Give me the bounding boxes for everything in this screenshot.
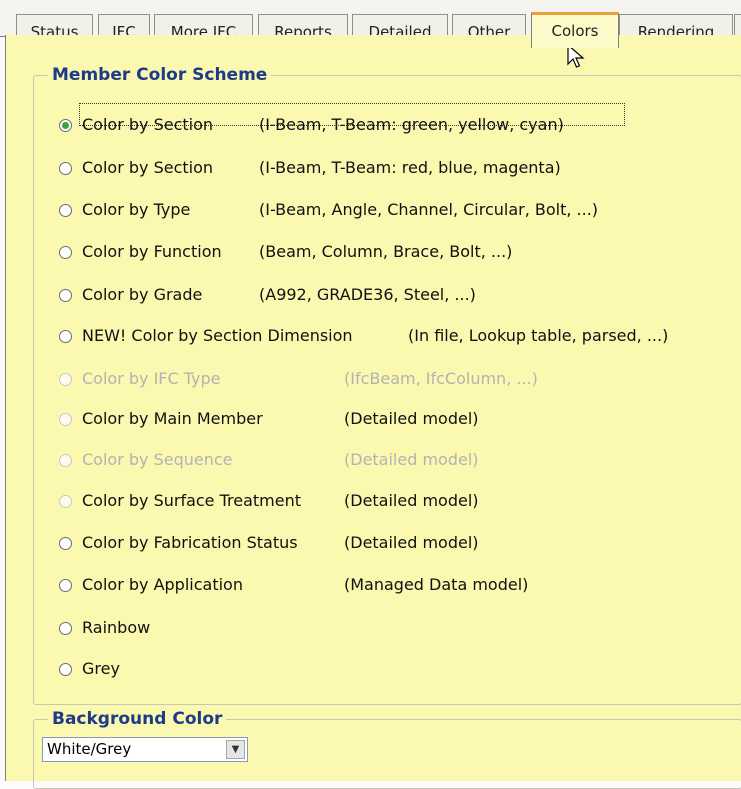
option-label: Color by Sequence <box>82 450 233 469</box>
option-description: (Detailed model) <box>344 409 479 428</box>
option-description: (I-Beam, T-Beam: red, blue, magenta) <box>259 158 561 177</box>
color-scheme-option-9: Color by Sequence (Detailed model) <box>82 450 722 472</box>
color-scheme-option-5[interactable]: Color by Grade (A992, GRADE36, Steel, ...… <box>82 285 722 307</box>
radio-button-11[interactable] <box>59 537 72 550</box>
option-description: (Detailed model) <box>344 533 479 552</box>
option-label: Color by Function <box>82 242 222 261</box>
radio-button-8[interactable] <box>59 413 72 426</box>
chevron-down-icon[interactable]: ▼ <box>226 740 245 759</box>
radio-button-10[interactable] <box>59 495 72 508</box>
option-label: Color by IFC Type <box>82 369 221 388</box>
radio-button-9 <box>59 454 72 467</box>
color-scheme-option-7: Color by IFC Type (IfcBeam, IfcColumn, ..… <box>82 369 722 391</box>
color-scheme-option-8[interactable]: Color by Main Member (Detailed model) <box>82 409 722 431</box>
option-description: (Managed Data model) <box>344 575 529 594</box>
radio-button-13[interactable] <box>59 622 72 635</box>
option-label: Color by Surface Treatment <box>82 491 302 510</box>
color-scheme-option-14[interactable]: Grey <box>82 659 722 681</box>
color-scheme-option-11[interactable]: Color by Fabrication Status (Detailed mod… <box>82 533 722 555</box>
color-scheme-option-2[interactable]: Color by Section (I-Beam, T-Beam: red, bl… <box>82 158 722 180</box>
tab-colors[interactable]: Colors <box>531 12 619 48</box>
background-color-value: White/Grey <box>47 740 132 758</box>
option-label: Color by Main Member <box>82 409 263 428</box>
option-description: (I-Beam, Angle, Channel, Circular, Bolt,… <box>259 200 599 219</box>
colors-panel: Member Color Scheme Color by Section (I-B… <box>5 35 741 789</box>
option-label: Grey <box>82 659 120 678</box>
focus-rectangle <box>79 103 625 126</box>
radio-button-3[interactable] <box>59 204 72 217</box>
background-color-select[interactable]: White/Grey ▼ <box>42 737 248 762</box>
option-label: Rainbow <box>82 618 151 637</box>
radio-button-12[interactable] <box>59 579 72 592</box>
option-label: Color by Grade <box>82 285 203 304</box>
option-description: (In file, Lookup table, parsed, ...) <box>408 326 669 345</box>
radio-button-2[interactable] <box>59 162 72 175</box>
radio-button-14[interactable] <box>59 663 72 676</box>
color-scheme-option-4[interactable]: Color by Function (Beam, Column, Brace, B… <box>82 242 722 264</box>
option-description: (Beam, Column, Brace, Bolt, ...) <box>259 242 513 261</box>
member-color-scheme-title: Member Color Scheme <box>48 65 272 85</box>
option-label: Color by Type <box>82 200 191 219</box>
option-description: (Detailed model) <box>344 450 479 469</box>
radio-button-7 <box>59 373 72 386</box>
background-color-title: Background Color <box>48 709 227 729</box>
color-scheme-option-12[interactable]: Color by Application (Managed Data model) <box>82 575 722 597</box>
option-label: Color by Fabrication Status <box>82 533 298 552</box>
option-description: (A992, GRADE36, Steel, ...) <box>259 285 476 304</box>
option-label: Color by Section <box>82 158 214 177</box>
radio-button-6[interactable] <box>59 330 72 343</box>
option-label: NEW! Color by Section Dimension <box>82 326 353 345</box>
option-description: (Detailed model) <box>344 491 479 510</box>
color-scheme-option-6[interactable]: NEW! Color by Section Dimension (In file,… <box>82 326 722 348</box>
radio-button-4[interactable] <box>59 246 72 259</box>
color-scheme-option-13[interactable]: Rainbow <box>82 618 722 640</box>
option-description: (IfcBeam, IfcColumn, ...) <box>344 369 538 388</box>
radio-button-1[interactable] <box>59 119 72 132</box>
color-scheme-option-3[interactable]: Color by Type (I-Beam, Angle, Channel, Ci… <box>82 200 722 222</box>
color-scheme-option-10[interactable]: Color by Surface Treatment (Detailed mode… <box>82 491 722 513</box>
radio-button-5[interactable] <box>59 289 72 302</box>
option-label: Color by Application <box>82 575 243 594</box>
